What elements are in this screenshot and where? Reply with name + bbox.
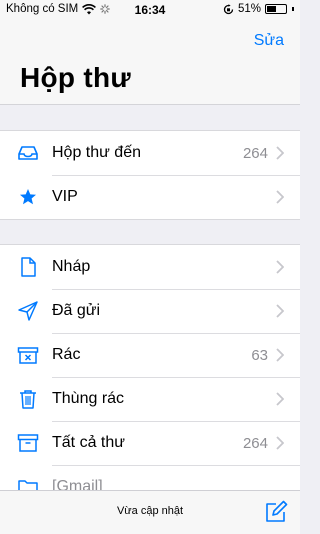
- draft-icon: [21, 257, 36, 277]
- mailbox-count: 264: [242, 145, 268, 162]
- mailbox-label: Rác: [52, 346, 81, 363]
- chevron-right-icon: [276, 190, 284, 204]
- mailbox-label: Đã gửi: [52, 302, 101, 319]
- chevron-right-icon: [276, 146, 284, 160]
- battery-cap: [292, 7, 294, 11]
- mailbox-row-all-mail[interactable]: Tất cả thư 264: [0, 421, 300, 465]
- trash-icon: [20, 390, 36, 409]
- mailbox-count: 63: [251, 347, 268, 364]
- mailbox-label: Thùng rác: [52, 390, 125, 407]
- chevron-right-icon: [276, 304, 284, 318]
- orientation-lock-icon: [223, 3, 234, 14]
- chevron-right-icon: [276, 392, 284, 406]
- inbox-icon: [18, 146, 38, 160]
- archive-icon: [17, 434, 39, 452]
- mailbox-label: VIP: [52, 188, 78, 205]
- mailbox-label: Hộp thư đến: [52, 144, 141, 161]
- status-right: 51%: [223, 3, 294, 15]
- mailbox-row-inbox[interactable]: Hộp thư đến 264: [0, 131, 300, 175]
- page-title: Hộp thư: [20, 62, 132, 93]
- sent-icon: [18, 301, 38, 321]
- mailbox-row-junk[interactable]: Rác 63: [0, 333, 300, 377]
- battery-percent: 51%: [237, 3, 261, 15]
- star-icon: [20, 189, 36, 205]
- mailbox-row-trash[interactable]: Thùng rác: [0, 377, 300, 421]
- mailbox-row-vip[interactable]: VIP: [0, 175, 300, 219]
- battery-icon: [265, 4, 287, 14]
- chevron-right-icon: [276, 348, 284, 362]
- mailbox-count: 264: [242, 435, 268, 452]
- status-bar: Không có SIM 16:34 51%: [0, 0, 300, 20]
- navigation-header: Sửa Hộp thư: [0, 20, 300, 105]
- battery-fill: [267, 6, 276, 12]
- mailbox-group-folders: Nháp Đã gửi Rác 63 Thùng rác Tất cả thư …: [0, 244, 300, 509]
- edit-button[interactable]: Sửa: [254, 32, 284, 50]
- chevron-right-icon: [276, 436, 284, 450]
- compose-icon[interactable]: [264, 500, 288, 524]
- bottom-toolbar: Vừa cập nhật: [0, 490, 300, 534]
- chevron-right-icon: [276, 260, 284, 274]
- mailbox-row-sent[interactable]: Đã gửi: [0, 289, 300, 333]
- mailbox-label: Nháp: [52, 258, 91, 275]
- junk-icon: [17, 347, 39, 364]
- mailbox-label: Tất cả thư: [52, 434, 125, 451]
- mailbox-row-drafts[interactable]: Nháp: [0, 245, 300, 289]
- update-status-text: Vừa cập nhật: [116, 505, 184, 517]
- mailbox-group-primary: Hộp thư đến 264 VIP: [0, 130, 300, 220]
